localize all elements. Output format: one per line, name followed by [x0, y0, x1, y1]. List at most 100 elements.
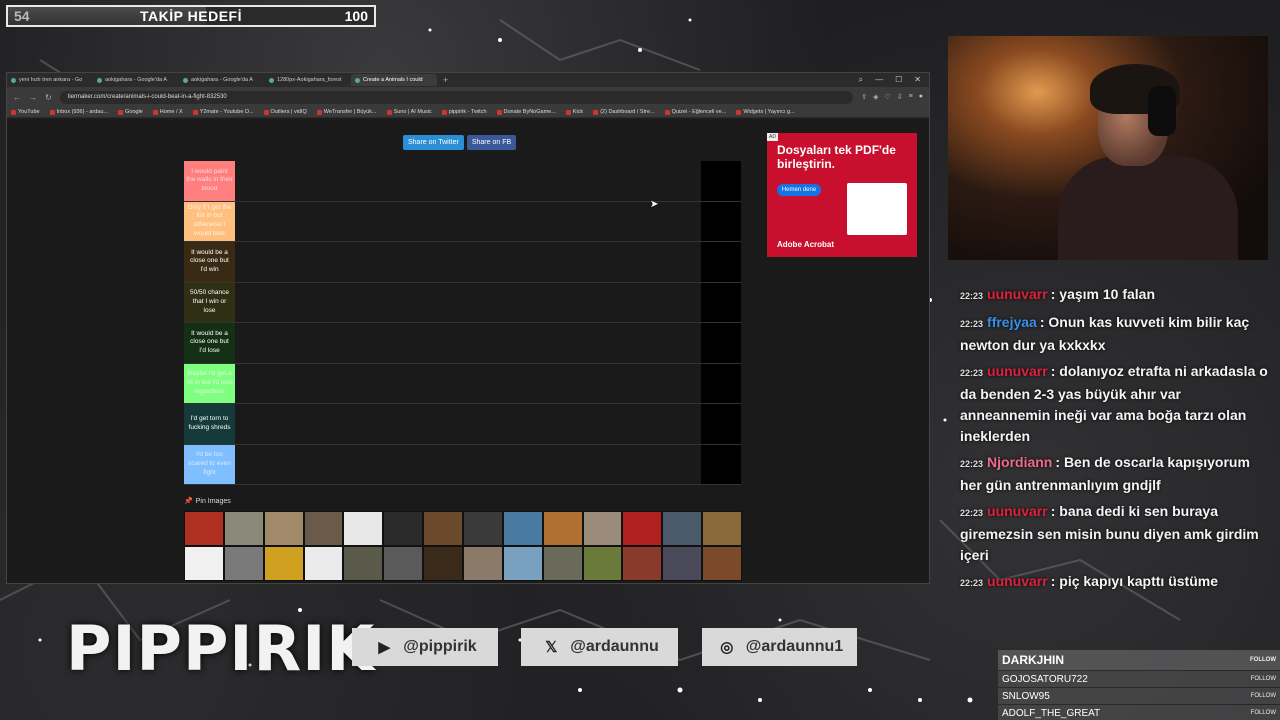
- forward-icon[interactable]: →: [29, 93, 37, 102]
- tier-settings-handle[interactable]: [701, 161, 741, 201]
- bookmark-item[interactable]: Donate ByNoGame...: [496, 109, 556, 115]
- animal-image-tile[interactable]: [622, 511, 663, 546]
- browser-tab[interactable]: yeni hızlı tren ankara - Go: [7, 74, 93, 86]
- animal-image-tile[interactable]: [184, 546, 224, 581]
- animal-image-tile[interactable]: [303, 511, 344, 546]
- bookmark-item[interactable]: Widgets | Yayıncı g...: [736, 109, 795, 115]
- tier-settings-handle[interactable]: [701, 363, 741, 403]
- search-tabs-icon[interactable]: ⌕: [859, 75, 863, 85]
- new-tab-button[interactable]: +: [437, 75, 454, 85]
- share-fb-button[interactable]: Share on FB: [466, 135, 517, 150]
- pin-images-toggle[interactable]: 📌 Pin Images: [184, 497, 231, 506]
- adobe-ad[interactable]: AD Dosyaları tek PDF'de birleştirin. Hem…: [767, 133, 917, 257]
- back-icon[interactable]: ←: [13, 93, 21, 102]
- browser-tab[interactable]: aokigahara - Google'da A: [93, 74, 179, 86]
- animal-image-tile[interactable]: [343, 511, 384, 546]
- animal-image-tile[interactable]: [582, 546, 623, 581]
- share-page-icon[interactable]: ⇪: [861, 93, 867, 101]
- animal-image-tile[interactable]: [662, 546, 703, 581]
- animal-image-tile[interactable]: [542, 511, 583, 546]
- animal-image-tile[interactable]: [463, 511, 503, 546]
- animal-image-tile[interactable]: [542, 546, 583, 581]
- animal-image-tile[interactable]: [263, 511, 304, 546]
- tier-row: I would paint the walls in their blood: [184, 161, 741, 202]
- tier-drop-zone[interactable]: [235, 242, 701, 282]
- bookmark-item[interactable]: Outliers | vidIQ: [263, 109, 307, 115]
- tier-drop-zone[interactable]: [235, 363, 701, 403]
- tier-settings-handle[interactable]: [701, 282, 741, 322]
- animal-image-tile[interactable]: [303, 546, 344, 581]
- animal-image-tile[interactable]: [502, 546, 543, 581]
- tier-settings-handle[interactable]: [701, 404, 741, 444]
- minimize-button[interactable]: —: [875, 75, 883, 85]
- browser-tab[interactable]: Create a Animals I could: [351, 74, 437, 86]
- tier-settings-handle[interactable]: [701, 444, 741, 484]
- animal-image-tile[interactable]: [463, 546, 503, 581]
- tier-label[interactable]: I would paint the walls in their blood: [184, 161, 235, 201]
- tier-label[interactable]: 50/50 chance that I win or lose: [184, 282, 235, 322]
- animal-image-tile[interactable]: [702, 511, 742, 546]
- browser-tab[interactable]: 1280px-Aokigahara_forest: [265, 74, 351, 86]
- tier-drop-zone[interactable]: [235, 282, 701, 322]
- close-window-button[interactable]: ✕: [914, 75, 921, 85]
- profile-icon[interactable]: ●: [919, 93, 923, 101]
- download-icon[interactable]: ⇩: [897, 93, 903, 101]
- bookmark-item[interactable]: Suno | AI Music: [386, 109, 432, 115]
- animal-image-tile[interactable]: [582, 511, 623, 546]
- x-icon: 𝕏: [545, 639, 558, 656]
- address-bar-row: ← → ↻ tiermaker.com/create/animals-i-cou…: [7, 87, 929, 107]
- tier-label[interactable]: Maybe I'd get a hit in but I'd lose rega…: [184, 363, 235, 403]
- tier-drop-zone[interactable]: [235, 161, 701, 201]
- animal-image-tile[interactable]: [423, 511, 463, 546]
- animal-image-tile[interactable]: [383, 511, 424, 546]
- animal-image-tile[interactable]: [502, 511, 543, 546]
- tier-label[interactable]: Only if I get the fist in but otherwise …: [184, 201, 235, 241]
- animal-image-tile[interactable]: [223, 546, 264, 581]
- animal-image-tile[interactable]: [263, 546, 304, 581]
- tier-settings-handle[interactable]: [701, 323, 741, 363]
- bookmark-item[interactable]: Home / X: [152, 109, 183, 115]
- url-field[interactable]: tiermaker.com/create/animals-i-could-bea…: [59, 90, 854, 104]
- url-text: tiermaker.com/create/animals-i-could-bea…: [67, 94, 227, 100]
- channel-logo: PIPPIRIK: [66, 612, 376, 685]
- extension-icon[interactable]: ◈: [873, 93, 878, 101]
- menu-icon[interactable]: ≡: [909, 93, 913, 101]
- animal-image-tile[interactable]: [184, 511, 224, 546]
- tier-drop-zone[interactable]: [235, 201, 701, 241]
- animal-image-tile[interactable]: [622, 546, 663, 581]
- ad-cta-button[interactable]: Hemen dene: [777, 183, 821, 196]
- chat-timestamp: 22:23: [960, 368, 984, 378]
- reload-icon[interactable]: ↻: [45, 93, 52, 102]
- tier-settings-handle[interactable]: [701, 201, 741, 241]
- bookmark-favicon-icon: [263, 109, 269, 115]
- tier-label[interactable]: It would be a close one but I'd lose: [184, 323, 235, 363]
- bookmark-item[interactable]: WeTransfer | Büyük...: [316, 109, 377, 115]
- bookmark-item[interactable]: Quizei - Eğlenceli ve...: [664, 109, 726, 115]
- chat-username: Njordiann: [987, 454, 1053, 470]
- favorite-icon[interactable]: ♡: [885, 93, 891, 101]
- animal-image-tile[interactable]: [662, 511, 703, 546]
- share-twitter-button[interactable]: Share on Twitter: [403, 135, 464, 150]
- bookmark-item[interactable]: YouTube: [11, 109, 40, 115]
- bookmark-item[interactable]: Google: [118, 109, 143, 115]
- animal-image-tile[interactable]: [423, 546, 463, 581]
- bookmark-item[interactable]: pippirik - Twitch: [441, 109, 487, 115]
- tier-label[interactable]: I'd be too scared to even fight: [184, 444, 235, 484]
- tier-label[interactable]: It would be a close one but I'd win: [184, 242, 235, 282]
- chat-message: 22:23 ffrejyaa: Onun kas kuvveti kim bili…: [960, 312, 1268, 356]
- tier-drop-zone[interactable]: [235, 404, 701, 444]
- bookmark-item[interactable]: Kick: [565, 109, 583, 115]
- animal-image-tile[interactable]: [383, 546, 424, 581]
- animal-image-tile[interactable]: [702, 546, 742, 581]
- bookmark-item[interactable]: Y2mate - Youtube D...: [192, 109, 254, 115]
- maximize-button[interactable]: ☐: [895, 75, 902, 85]
- bookmark-item[interactable]: Inbox (936) - ardau...: [49, 109, 108, 115]
- tier-drop-zone[interactable]: [235, 444, 701, 484]
- browser-tab[interactable]: aokigahara - Google'da A: [179, 74, 265, 86]
- bookmark-item[interactable]: (2) Dashboard / Stre...: [593, 109, 655, 115]
- tier-drop-zone[interactable]: [235, 323, 701, 363]
- animal-image-tile[interactable]: [223, 511, 264, 546]
- tier-label[interactable]: I'd get torn to fucking shreds: [184, 404, 235, 444]
- animal-image-tile[interactable]: [343, 546, 384, 581]
- tier-settings-handle[interactable]: [701, 242, 741, 282]
